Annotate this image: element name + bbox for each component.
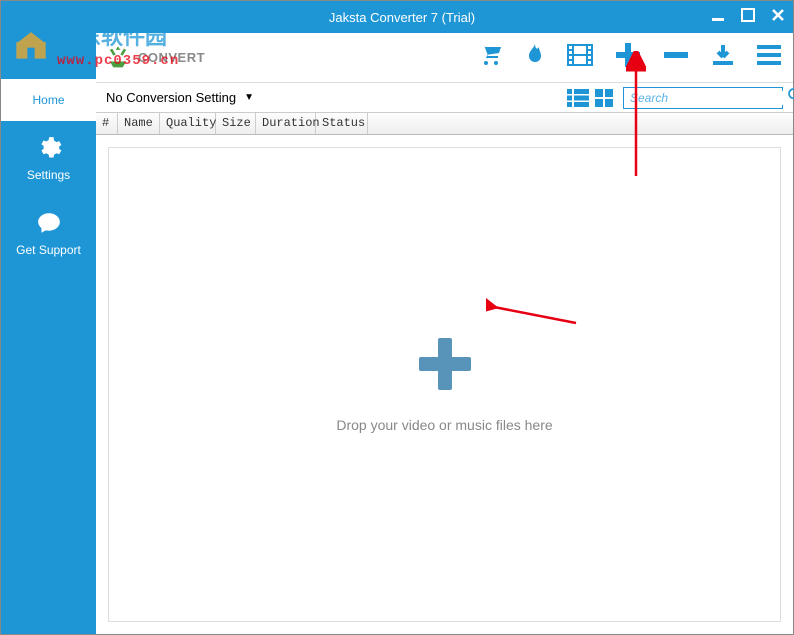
sidebar-item-support[interactable]: Get Support — [1, 196, 96, 271]
column-header-size[interactable]: Size — [216, 113, 256, 134]
dropzone-plus-icon — [417, 336, 473, 397]
column-header-name[interactable]: Name — [118, 113, 160, 134]
grid-view-icon[interactable] — [595, 89, 613, 107]
search-icon[interactable] — [787, 87, 794, 108]
conversion-setting-dropdown[interactable]: No Conversion Setting ▼ — [106, 90, 557, 105]
column-header-num[interactable]: # — [96, 113, 118, 134]
plus-icon[interactable] — [615, 42, 641, 73]
table-header: # Name Quality Size Duration Status — [96, 113, 793, 135]
titlebar: Jaksta Converter 7 (Trial) — [1, 1, 793, 33]
brand: CONVERT — [104, 44, 205, 72]
minus-icon[interactable] — [663, 42, 689, 73]
flame-icon[interactable] — [525, 43, 545, 72]
dropdown-label: No Conversion Setting — [106, 90, 236, 105]
cart-icon[interactable] — [479, 43, 503, 72]
chevron-down-icon: ▼ — [244, 92, 254, 103]
sidebar-item-home[interactable]: Home — [1, 79, 96, 121]
sidebar-item-label: Settings — [27, 168, 70, 182]
gear-icon — [36, 135, 62, 164]
sidebar: Home Settings Get Support — [1, 33, 96, 634]
column-header-quality[interactable]: Quality — [160, 113, 216, 134]
dropzone-text: Drop your video or music files here — [336, 417, 552, 433]
column-header-duration[interactable]: Duration — [256, 113, 316, 134]
chat-icon — [36, 210, 62, 239]
search-box[interactable] — [623, 87, 783, 109]
search-input[interactable] — [630, 91, 787, 105]
maximize-icon[interactable] — [741, 8, 755, 27]
list-view-icon[interactable] — [567, 89, 589, 107]
conversion-bar: No Conversion Setting ▼ — [96, 83, 793, 113]
menu-icon[interactable] — [757, 45, 781, 70]
sidebar-item-label: Get Support — [16, 243, 81, 257]
download-icon[interactable] — [711, 43, 735, 72]
recycle-logo-icon — [104, 44, 132, 72]
brand-text: CONVERT — [138, 50, 205, 65]
window-title: Jaksta Converter 7 (Trial) — [93, 10, 711, 25]
top-toolbar: CONVERT — [96, 33, 793, 83]
minimize-icon[interactable] — [711, 8, 725, 27]
column-header-status[interactable]: Status — [316, 113, 368, 134]
dropzone[interactable]: Drop your video or music files here — [108, 147, 781, 622]
sidebar-item-label: Home — [32, 93, 64, 107]
sidebar-item-settings[interactable]: Settings — [1, 121, 96, 196]
close-icon[interactable] — [771, 8, 785, 27]
film-icon[interactable] — [567, 44, 593, 71]
